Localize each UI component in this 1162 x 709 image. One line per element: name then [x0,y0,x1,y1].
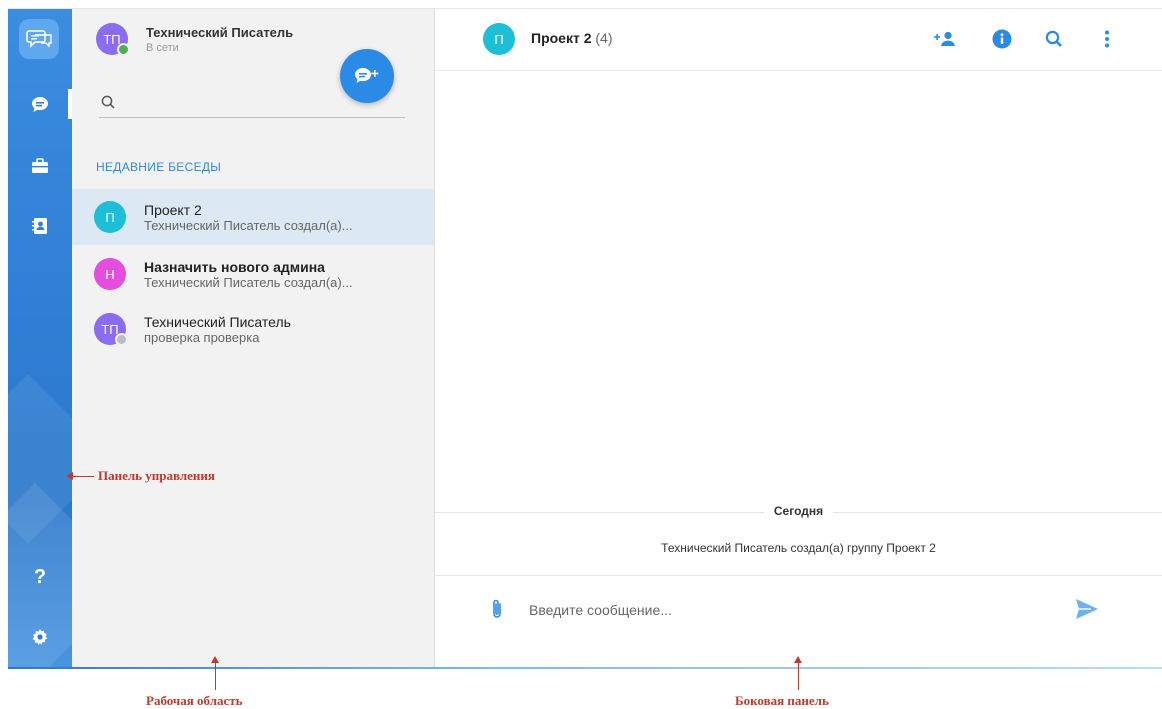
chat-header: П Проект 2 (4) [435,9,1162,71]
send-icon[interactable] [1075,598,1099,625]
conversation-title: Назначить нового админа [144,258,325,275]
day-separator: Сегодня [435,503,1162,521]
chat-title[interactable]: Проект 2 (4) [531,30,613,46]
avatar: П [94,201,126,233]
current-user[interactable]: ТП Технический Писатель В сети [96,23,294,56]
avatar-initials: П [494,31,504,47]
conversation-title: Проект 2 [144,201,202,218]
system-message: Технический Писатель создал(а) группу Пр… [661,541,936,555]
online-status-dot [117,43,130,56]
annotation-arrow [794,656,802,690]
chats-icon[interactable] [8,90,72,118]
add-member-icon[interactable] [932,25,960,53]
conversation-preview: проверка проверка [144,329,260,345]
avatar: ТП [94,313,128,346]
info-icon[interactable] [988,25,1016,53]
conversation-item[interactable]: П Проект 2 Технический Писатель создал(а… [72,189,434,245]
help-label: ? [33,565,47,588]
conversation-item[interactable]: Н Назначить нового админа Технический Пи… [72,246,434,302]
messenger-app: ? ТП Технический Писатель В сети НЕДАВНИ… [8,8,1162,669]
message-input[interactable] [527,598,1051,622]
search-icon [101,95,115,114]
help-icon[interactable]: ? [8,563,72,591]
user-name: Технический Писатель [146,24,294,40]
avatar: Н [94,258,126,290]
avatar: П [483,23,515,55]
avatar-initials: П [105,209,115,225]
side-panel-chat: П Проект 2 (4) Сегодня Технический Писат… [435,9,1162,669]
conversation-preview: Технический Писатель создал(а)... [144,217,353,233]
chat-logo-icon[interactable] [19,19,59,59]
conversation-preview: Технический Писатель создал(а)... [144,274,353,290]
contacts-icon[interactable] [8,212,72,240]
search-icon[interactable] [1040,25,1068,53]
settings-icon[interactable] [8,623,72,651]
recent-chats-heading: НЕДАВНИЕ БЕСЕДЫ [96,160,222,174]
avatar-initials: Н [105,266,115,282]
annotation-control-panel: Панель управления [98,468,215,483]
briefcase-icon[interactable] [8,152,72,180]
work-area-panel: ТП Технический Писатель В сети НЕДАВНИЕ … [72,9,435,669]
bottom-border [8,667,1162,669]
annotation-arrow [66,472,94,480]
conversation-title: Технический Писатель [144,313,291,330]
offline-status-dot [115,333,128,346]
conversation-item[interactable]: ТП Технический Писатель проверка проверк… [72,301,434,357]
day-label: Сегодня [763,504,834,518]
annotation-arrow [211,656,219,690]
member-count: (4) [595,30,613,46]
avatar: ТП [96,23,130,56]
more-options-icon[interactable] [1093,25,1121,53]
control-rail: ? [8,9,72,669]
chat-title-text: Проект 2 [531,30,592,46]
message-composer [435,575,1162,669]
attach-icon[interactable] [491,598,503,625]
new-chat-button[interactable] [340,49,394,103]
user-status: В сети [146,41,179,54]
